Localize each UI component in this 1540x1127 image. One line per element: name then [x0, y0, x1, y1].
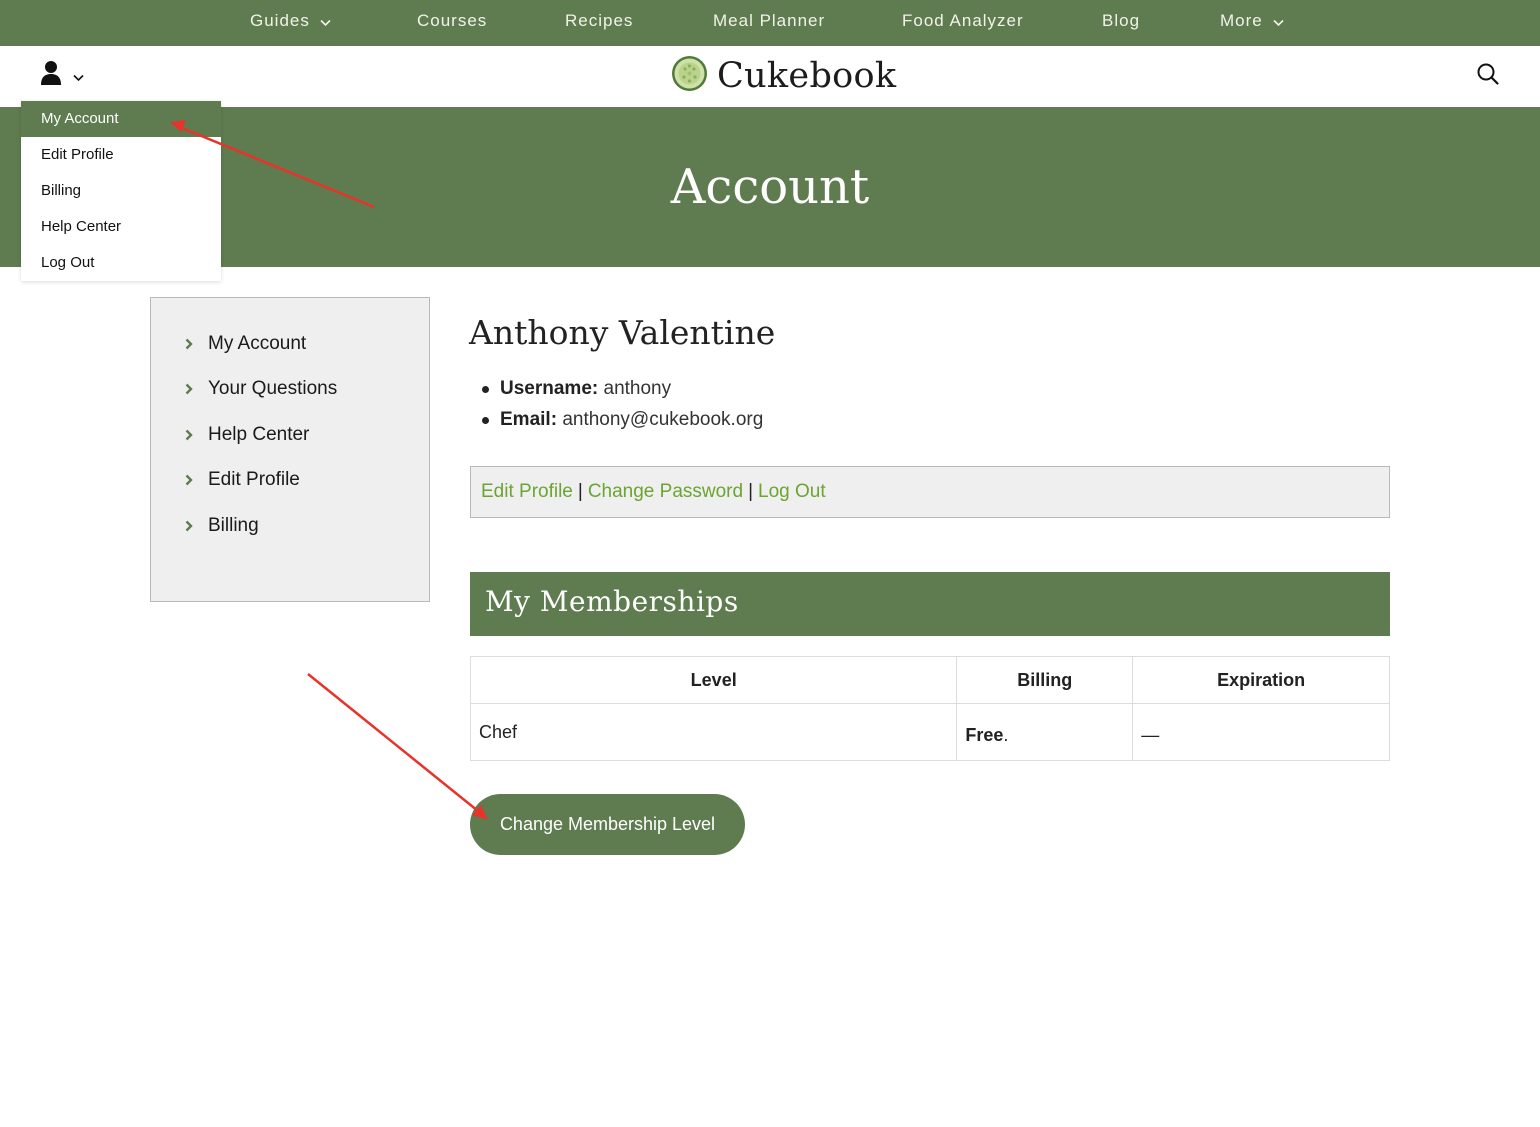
log-out-link[interactable]: Log Out — [758, 481, 826, 502]
page-title: Account — [670, 159, 870, 215]
chevron-right-icon — [185, 474, 195, 486]
search-icon — [1476, 63, 1500, 90]
chevron-right-icon — [185, 520, 195, 532]
edit-profile-link[interactable]: Edit Profile — [481, 481, 573, 502]
nav-more[interactable]: More — [1220, 0, 1284, 46]
account-actions-bar: Edit Profile | Change Password | Log Out — [470, 466, 1390, 518]
top-nav: Guides Courses Recipes Meal Planner Food… — [0, 0, 1540, 46]
menu-item-help-center[interactable]: Help Center — [21, 209, 221, 245]
nav-blog[interactable]: Blog — [1102, 0, 1140, 46]
email-row: Email: anthony@cukebook.org — [480, 408, 763, 439]
username-row: Username: anthony — [480, 377, 763, 408]
column-header-billing: Billing — [956, 656, 1134, 704]
change-membership-level-button[interactable]: Change Membership Level — [470, 794, 745, 855]
menu-item-edit-profile[interactable]: Edit Profile — [21, 137, 221, 173]
profile-info-list: Username: anthony Email: anthony@cukeboo… — [480, 377, 763, 439]
memberships-title: My Memberships — [485, 585, 739, 618]
sidebar-item-billing[interactable]: Billing — [185, 513, 259, 539]
page-banner: Account — [0, 107, 1540, 267]
table-row: Chef Free. — — [469, 703, 1390, 761]
nav-courses[interactable]: Courses — [417, 0, 487, 46]
column-header-level: Level — [469, 656, 958, 704]
nav-food-analyzer[interactable]: Food Analyzer — [902, 0, 1024, 46]
chevron-down-icon — [320, 1, 331, 43]
sidebar-item-my-account[interactable]: My Account — [185, 331, 306, 357]
menu-item-log-out[interactable]: Log Out — [21, 245, 221, 281]
site-header: Cukebook — [0, 46, 1540, 107]
email-value: anthony@cukebook.org — [562, 409, 764, 430]
annotation-arrow-change-membership — [307, 673, 488, 820]
username-value: anthony — [603, 378, 672, 399]
expiration-cell: — — [1132, 703, 1390, 761]
memberships-table: Level Billing Expiration Chef Free. — — [469, 656, 1390, 761]
menu-item-billing[interactable]: Billing — [21, 173, 221, 209]
chevron-down-icon — [1273, 1, 1284, 43]
user-dropdown-menu: My Account Edit Profile Billing Help Cen… — [21, 101, 221, 281]
site-logo[interactable]: Cukebook — [671, 56, 896, 96]
brand-name: Cukebook — [717, 56, 897, 96]
sidebar-item-your-questions[interactable]: Your Questions — [185, 376, 337, 402]
nav-guides[interactable]: Guides — [250, 0, 331, 46]
table-header-row: Level Billing Expiration — [469, 656, 1390, 704]
user-icon — [40, 60, 62, 91]
change-password-link[interactable]: Change Password — [588, 481, 743, 502]
nav-recipes[interactable]: Recipes — [565, 0, 633, 46]
chevron-right-icon — [185, 429, 195, 441]
menu-item-my-account[interactable]: My Account — [21, 101, 221, 137]
sidebar-item-help-center[interactable]: Help Center — [185, 422, 309, 448]
nav-meal-planner[interactable]: Meal Planner — [713, 0, 825, 46]
billing-cell: Free. — [956, 703, 1134, 761]
chevron-right-icon — [185, 383, 195, 395]
sidebar-item-edit-profile[interactable]: Edit Profile — [185, 467, 300, 493]
cucumber-logo-icon — [671, 55, 708, 97]
level-cell: Chef — [469, 703, 958, 761]
user-full-name: Anthony Valentine — [469, 313, 776, 352]
account-sidebar: My Account Your Questions Help Center Ed… — [150, 297, 430, 602]
memberships-header: My Memberships — [470, 572, 1390, 636]
chevron-right-icon — [185, 338, 195, 350]
user-menu-button[interactable] — [38, 60, 90, 88]
column-header-expiration: Expiration — [1132, 656, 1390, 704]
search-button[interactable] — [1476, 62, 1500, 86]
chevron-down-icon — [73, 69, 84, 87]
